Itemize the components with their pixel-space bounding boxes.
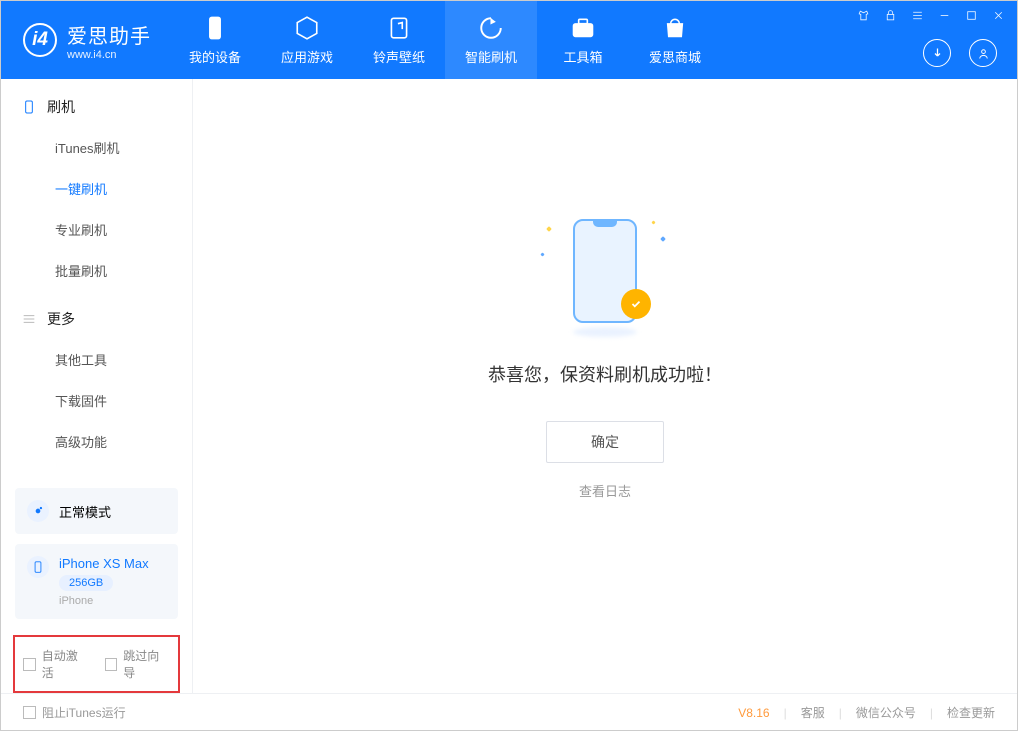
- device-icon: [21, 99, 37, 115]
- checkbox-label: 跳过向导: [123, 647, 170, 681]
- checkbox-label: 阻止iTunes运行: [42, 704, 126, 721]
- main-content: 恭喜您，保资料刷机成功啦！ 确定 查看日志: [193, 79, 1017, 693]
- sidebar-group-title: 更多: [1, 309, 192, 339]
- options-row: 自动激活 跳过向导: [13, 635, 180, 693]
- sidebar-group-flash: 刷机 iTunes刷机 一键刷机 专业刷机 批量刷机: [1, 79, 192, 291]
- nav-label: 工具箱: [563, 47, 602, 66]
- maximize-icon[interactable]: [965, 9, 978, 22]
- checkbox-icon: [105, 658, 118, 671]
- separator: |: [839, 706, 842, 720]
- logo-block: i4 爱思助手 www.i4.cn: [1, 1, 169, 79]
- device-type: iPhone: [59, 595, 149, 607]
- nav-my-device[interactable]: 我的设备: [169, 1, 261, 79]
- minimize-icon[interactable]: [938, 9, 951, 22]
- separator: |: [784, 706, 787, 720]
- device-card[interactable]: iPhone XS Max 256GB iPhone: [15, 544, 178, 619]
- device-name: iPhone XS Max: [59, 556, 149, 571]
- checkbox-icon: [23, 658, 36, 671]
- user-profile-button[interactable]: [969, 39, 997, 67]
- phone-icon: [202, 15, 228, 41]
- success-illustration: [545, 213, 665, 333]
- separator: |: [930, 706, 933, 720]
- nav-label: 应用游戏: [281, 47, 333, 66]
- mode-label: 正常模式: [59, 502, 111, 521]
- mode-icon: [27, 500, 49, 522]
- app-name: 爱思助手: [67, 20, 151, 49]
- app-url: www.i4.cn: [67, 49, 151, 61]
- logo-icon: i4: [23, 23, 57, 57]
- header-right-actions: [923, 39, 997, 67]
- nav-label: 我的设备: [189, 47, 241, 66]
- footer: 阻止iTunes运行 V8.16 | 客服 | 微信公众号 | 检查更新: [1, 693, 1017, 731]
- sidebar-item-download-firmware[interactable]: 下载固件: [1, 380, 192, 421]
- sidebar-item-pro-flash[interactable]: 专业刷机: [1, 209, 192, 250]
- checkbox-icon: [23, 706, 36, 719]
- checkmark-badge-icon: [621, 289, 651, 319]
- sidebar-group-more: 更多 其他工具 下载固件 高级功能: [1, 291, 192, 462]
- nav-ringtones-wallpapers[interactable]: 铃声壁纸: [353, 1, 445, 79]
- nav-label: 铃声壁纸: [373, 47, 425, 66]
- nav-apps-games[interactable]: 应用游戏: [261, 1, 353, 79]
- sidebar-item-other-tools[interactable]: 其他工具: [1, 339, 192, 380]
- sidebar-item-advanced[interactable]: 高级功能: [1, 421, 192, 462]
- sidebar-item-batch-flash[interactable]: 批量刷机: [1, 250, 192, 291]
- toolbox-icon: [570, 15, 596, 41]
- footer-link-update[interactable]: 检查更新: [947, 704, 995, 721]
- lock-icon[interactable]: [884, 9, 897, 22]
- sidebar-scroll: 刷机 iTunes刷机 一键刷机 专业刷机 批量刷机 更多 其他工具 下载固件 …: [1, 79, 192, 488]
- logo-text: 爱思助手 www.i4.cn: [67, 20, 151, 61]
- view-log-link[interactable]: 查看日志: [579, 481, 631, 500]
- app-header: i4 爱思助手 www.i4.cn 我的设备 应用游戏 铃声壁纸 智能刷机 工具…: [1, 1, 1017, 79]
- sidebar: 刷机 iTunes刷机 一键刷机 专业刷机 批量刷机 更多 其他工具 下载固件 …: [1, 79, 193, 693]
- footer-link-support[interactable]: 客服: [801, 704, 825, 721]
- confirm-button[interactable]: 确定: [546, 421, 664, 463]
- nav-smart-flash[interactable]: 智能刷机: [445, 1, 537, 79]
- device-icon: [27, 556, 49, 578]
- main-nav: 我的设备 应用游戏 铃声壁纸 智能刷机 工具箱 爱思商城: [169, 1, 721, 79]
- sidebar-item-oneclick-flash[interactable]: 一键刷机: [1, 168, 192, 209]
- music-note-icon: [386, 15, 412, 41]
- success-message: 恭喜您，保资料刷机成功啦！: [488, 361, 722, 387]
- checkbox-auto-activate[interactable]: 自动激活: [23, 647, 89, 681]
- checkbox-block-itunes[interactable]: 阻止iTunes运行: [23, 704, 126, 721]
- refresh-shield-icon: [478, 15, 504, 41]
- menu-icon[interactable]: [911, 9, 924, 22]
- window-controls: [857, 9, 1005, 22]
- sidebar-group-title: 刷机: [1, 97, 192, 127]
- nav-label: 爱思商城: [649, 47, 701, 66]
- mode-card[interactable]: 正常模式: [15, 488, 178, 534]
- shirt-icon[interactable]: [857, 9, 870, 22]
- group-label: 刷机: [47, 97, 75, 117]
- body: 刷机 iTunes刷机 一键刷机 专业刷机 批量刷机 更多 其他工具 下载固件 …: [1, 79, 1017, 693]
- footer-link-wechat[interactable]: 微信公众号: [856, 704, 916, 721]
- download-button[interactable]: [923, 39, 951, 67]
- footer-left: 阻止iTunes运行: [23, 704, 126, 721]
- footer-right: V8.16 | 客服 | 微信公众号 | 检查更新: [738, 704, 995, 721]
- group-label: 更多: [47, 309, 75, 329]
- close-icon[interactable]: [992, 9, 1005, 22]
- version-label: V8.16: [738, 706, 769, 720]
- checkbox-label: 自动激活: [42, 647, 89, 681]
- list-icon: [21, 311, 37, 327]
- nav-store[interactable]: 爱思商城: [629, 1, 721, 79]
- nav-toolbox[interactable]: 工具箱: [537, 1, 629, 79]
- sidebar-item-itunes-flash[interactable]: iTunes刷机: [1, 127, 192, 168]
- shopping-bag-icon: [662, 15, 688, 41]
- device-capacity: 256GB: [59, 575, 113, 591]
- device-info: iPhone XS Max 256GB iPhone: [59, 556, 149, 607]
- checkbox-skip-guide[interactable]: 跳过向导: [105, 647, 171, 681]
- nav-label: 智能刷机: [465, 47, 517, 66]
- cube-icon: [294, 15, 320, 41]
